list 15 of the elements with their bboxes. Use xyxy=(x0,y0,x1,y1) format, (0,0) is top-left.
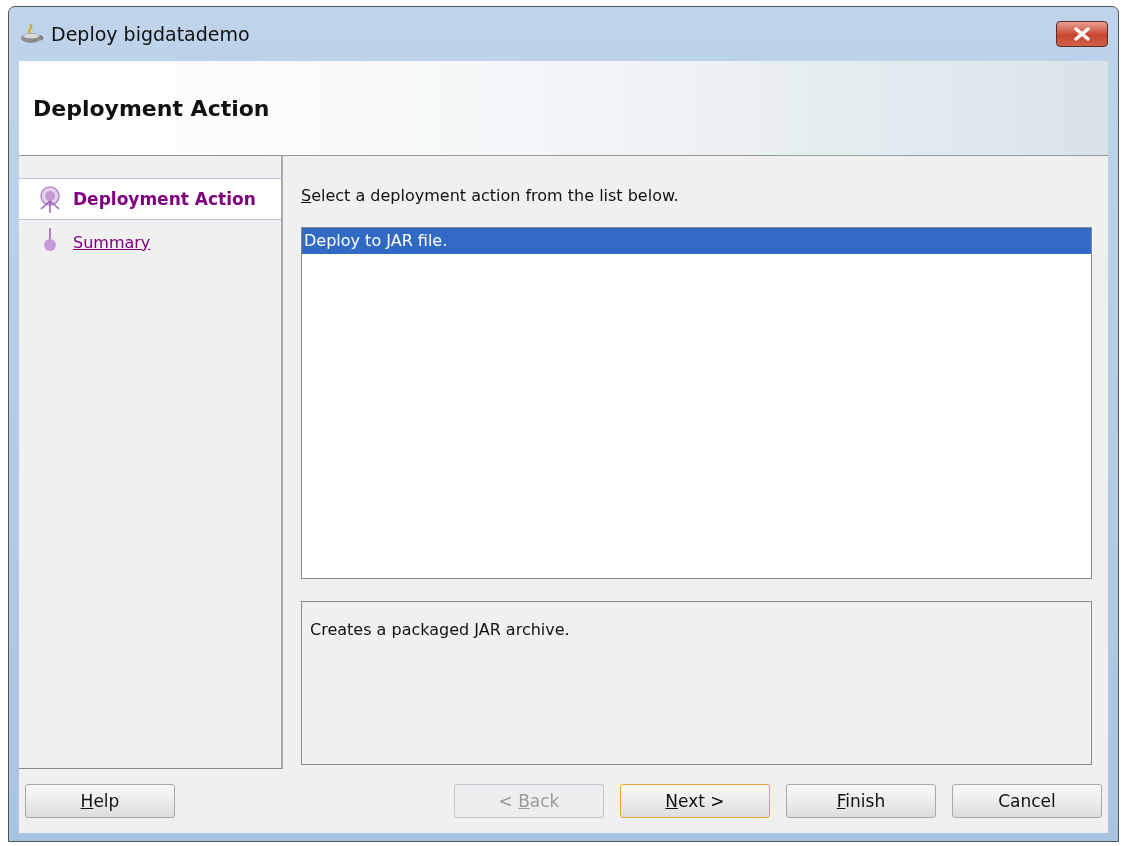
coffee-cup-icon xyxy=(19,22,45,46)
window-title: Deploy bigdatademo xyxy=(51,23,251,45)
button[interactable]: Help xyxy=(25,784,175,818)
description-text: Creates a packaged JAR archive. xyxy=(310,620,570,639)
close-button[interactable] xyxy=(1056,21,1108,47)
button[interactable]: Cancel xyxy=(952,784,1102,818)
instruction-text: Select a deployment action from the list below. xyxy=(301,186,680,205)
action-list[interactable]: Deploy to JAR file. xyxy=(301,227,1092,579)
step-link[interactable]: Summary xyxy=(73,232,151,252)
button[interactable]: Finish xyxy=(786,784,936,818)
close-icon xyxy=(1073,27,1091,41)
page-title: Deployment Action xyxy=(33,95,270,121)
list-item[interactable]: Deploy to JAR file. xyxy=(302,228,1091,254)
button[interactable]: Next > xyxy=(620,784,770,818)
current-step-icon xyxy=(37,185,63,213)
